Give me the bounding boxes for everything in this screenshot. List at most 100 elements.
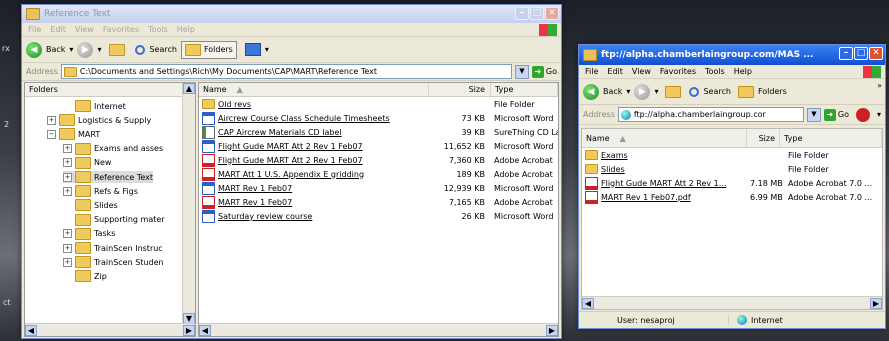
tree-item[interactable]: Slides	[63, 199, 118, 212]
expand-icon[interactable]: +	[63, 144, 72, 154]
tree-item[interactable]: + Exams and asses	[63, 142, 163, 155]
close-button[interactable]: ✕	[545, 7, 559, 20]
file-name-cell[interactable]: Slides	[582, 164, 747, 174]
column-size[interactable]: Size	[429, 83, 491, 96]
file-row[interactable]: Exams File Folder	[582, 148, 882, 162]
file-name-cell[interactable]: Flight Gude MART Att 2 Rev 1 Feb07	[199, 139, 429, 153]
forward-dropdown-icon[interactable]: ▾	[97, 45, 101, 54]
back-arrow-icon[interactable]: ◀	[26, 41, 42, 58]
toolbar-overflow-button[interactable]: »	[877, 81, 882, 90]
file-name-cell[interactable]: MART Att 1 U.S. Appendix E gridding	[199, 167, 429, 181]
file-row[interactable]: Saturday review course 26 KB Microsoft Wor…	[199, 209, 558, 223]
file-row[interactable]: Flight Gude MART Att 2 Rev 1 Feb07 11,652…	[199, 139, 558, 153]
close-button[interactable]: ✕	[869, 47, 883, 60]
column-name[interactable]: Name ▲	[199, 83, 429, 96]
menu-help[interactable]: Help	[177, 25, 195, 34]
tree-item[interactable]: + Refs & Figs	[63, 185, 138, 198]
expand-icon[interactable]: +	[63, 229, 72, 239]
file-name-cell[interactable]: CAP Aircrew Materials CD label	[199, 125, 429, 139]
file-row[interactable]: Flight Gude MART Att 2 Rev 1 Feb07 7,360 …	[199, 153, 558, 167]
file-row[interactable]: Flight Gude MART Att 2 Rev 1... 7.18 MB Ad…	[582, 176, 882, 190]
folders-button[interactable]: Folders	[758, 87, 787, 96]
scroll-right-button[interactable]: ▶	[546, 324, 558, 336]
file-name-cell[interactable]: Flight Gude MART Att 2 Rev 1 Feb07	[199, 153, 429, 167]
expand-icon[interactable]: +	[63, 243, 72, 253]
menu-view[interactable]: View	[632, 67, 651, 76]
scroll-up-button[interactable]: ▲	[183, 83, 195, 94]
column-type[interactable]: Type	[780, 129, 882, 147]
file-row[interactable]: MART Rev 1 Feb07 7,165 KB Adobe Acrobat	[199, 195, 558, 209]
forward-arrow-icon[interactable]: ▶	[77, 41, 94, 58]
tree-item[interactable]: + TrainScen Instruc	[63, 242, 163, 254]
file-row[interactable]: Slides File Folder	[582, 162, 882, 176]
address-input[interactable]: ftp://alpha.chamberlaingroup.cor	[617, 107, 804, 122]
minimize-button[interactable]: –	[839, 47, 853, 60]
column-type[interactable]: Type	[491, 83, 558, 96]
search-icon[interactable]	[689, 86, 700, 97]
back-button-label[interactable]: Back	[46, 45, 65, 54]
collapse-icon[interactable]: −	[47, 129, 56, 139]
menu-view[interactable]: View	[75, 25, 94, 34]
expand-icon[interactable]: +	[63, 257, 72, 267]
file-row[interactable]: Aircrew Course Class Schedule Timesheets…	[199, 111, 558, 125]
views-icon[interactable]	[244, 43, 261, 56]
views-dropdown-icon[interactable]: ▾	[265, 45, 269, 54]
menu-favorites[interactable]: Favorites	[103, 25, 139, 34]
search-icon[interactable]	[135, 44, 146, 55]
maximize-button[interactable]: □	[854, 47, 868, 60]
file-name-cell[interactable]: Exams	[582, 150, 747, 160]
tree-item[interactable]: + Tasks	[63, 227, 115, 240]
back-dropdown-icon[interactable]: ▾	[69, 45, 73, 54]
address-input[interactable]: C:\Documents and Settings\Rich\My Docume…	[60, 64, 512, 79]
menu-tools[interactable]: Tools	[705, 67, 725, 76]
tree-item[interactable]: + New	[63, 156, 111, 169]
file-row[interactable]: MART Rev 1 Feb07.pdf 6.99 MB Adobe Acrobat…	[582, 190, 882, 204]
file-row[interactable]: Old revs File Folder	[199, 97, 558, 111]
tree-item[interactable]: Supporting mater	[63, 213, 165, 226]
back-button-label[interactable]: Back	[603, 87, 622, 96]
column-name[interactable]: Name ▲	[582, 129, 747, 147]
address-dropdown-icon[interactable]: ▼	[806, 107, 821, 122]
go-button[interactable]: ➜ Go	[531, 65, 557, 78]
menu-file[interactable]: File	[28, 25, 41, 34]
forward-arrow-icon[interactable]: ▶	[634, 83, 651, 100]
tree-item[interactable]: − MART	[47, 128, 100, 141]
file-name-cell[interactable]: MART Rev 1 Feb07.pdf	[582, 190, 747, 204]
scroll-right-button[interactable]: ▶	[183, 324, 195, 336]
menu-favorites[interactable]: Favorites	[660, 67, 696, 76]
scroll-left-button[interactable]: ◀	[582, 297, 594, 309]
folders-button[interactable]: Folders	[180, 40, 237, 59]
pdf-tool-icon[interactable]	[855, 107, 870, 122]
back-arrow-icon[interactable]: ◀	[583, 83, 599, 100]
search-button[interactable]: Search	[149, 45, 176, 54]
address-dropdown-icon[interactable]: ▼	[514, 64, 529, 79]
file-row[interactable]: MART Rev 1 Feb07 12,939 KB Microsoft Word	[199, 181, 558, 195]
menu-tools[interactable]: Tools	[148, 25, 168, 34]
expand-icon[interactable]: +	[63, 186, 72, 196]
file-row[interactable]: CAP Aircrew Materials CD label 39 KB SureT…	[199, 125, 558, 139]
scroll-left-button[interactable]: ◀	[199, 324, 211, 336]
title-bar[interactable]: ftp://alpha.chamberlaingroup.com/MAS ...…	[579, 45, 885, 65]
scroll-right-button[interactable]: ▶	[870, 297, 882, 309]
tree-item[interactable]: + TrainScen Studen	[63, 256, 164, 269]
tree-item[interactable]: Internet	[63, 100, 126, 112]
tree-item[interactable]: + Reference Text	[63, 171, 154, 183]
tree-item[interactable]: + Logistics & Supply	[47, 114, 151, 127]
menu-file[interactable]: File	[585, 67, 598, 76]
file-name-cell[interactable]: Flight Gude MART Att 2 Rev 1...	[582, 176, 747, 190]
expand-icon[interactable]: +	[47, 115, 56, 125]
horizontal-scrollbar[interactable]: ◀ ▶	[582, 296, 882, 309]
folders-icon[interactable]	[737, 85, 754, 98]
up-folder-icon[interactable]	[109, 43, 126, 56]
file-name-cell[interactable]: Aircrew Course Class Schedule Timesheets	[199, 111, 429, 125]
forward-dropdown-icon[interactable]: ▾	[654, 87, 658, 96]
menu-edit[interactable]: Edit	[50, 25, 66, 34]
scroll-left-button[interactable]: ◀	[25, 324, 37, 336]
minimize-button[interactable]: –	[515, 7, 529, 20]
back-dropdown-icon[interactable]: ▾	[626, 87, 630, 96]
file-name-cell[interactable]: MART Rev 1 Feb07	[199, 181, 429, 195]
search-button[interactable]: Search	[703, 87, 730, 96]
title-bar[interactable]: Reference Text – □ ✕	[22, 5, 561, 23]
go-button[interactable]: ➜ Go	[823, 108, 849, 121]
tree-item[interactable]: Zip	[63, 270, 107, 283]
